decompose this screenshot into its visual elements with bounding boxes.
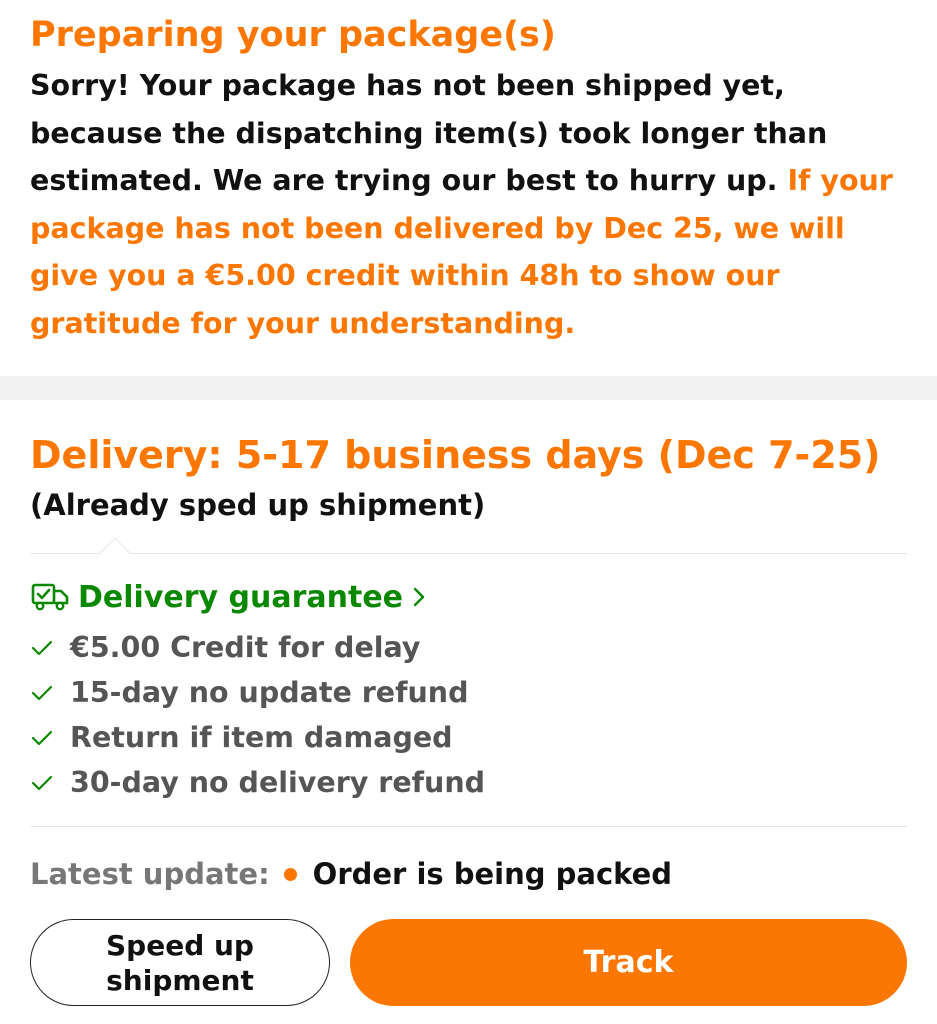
delivery-subtitle: (Already sped up shipment) xyxy=(30,488,486,522)
delivery-section: Delivery: 5-17 business days (Dec 7-25) … xyxy=(0,400,937,1024)
latest-update-status: Order is being packed xyxy=(312,857,673,891)
divider-line xyxy=(30,553,907,554)
section-divider xyxy=(0,376,937,400)
notice-body-text: Sorry! Your package has not been shipped… xyxy=(30,69,828,197)
notice-title: Preparing your package(s) xyxy=(30,15,556,55)
delivery-truck-check-icon xyxy=(31,583,69,611)
benefit-label: Return if item damaged xyxy=(70,721,453,754)
latest-update: Latest update: Order is being packed xyxy=(30,852,672,896)
check-icon xyxy=(31,640,53,655)
preparing-package-notice: Preparing your package(s) Sorry! Your pa… xyxy=(0,0,937,376)
benefit-label: 15-day no update refund xyxy=(70,676,469,709)
tooltip-pointer xyxy=(99,537,131,569)
list-item: €5.00 Credit for delay xyxy=(30,625,485,670)
chevron-right-icon xyxy=(413,587,425,607)
latest-update-label: Latest update: xyxy=(30,857,270,891)
speed-up-shipment-button[interactable]: Speed up shipment xyxy=(30,919,330,1006)
benefit-label: 30-day no delivery refund xyxy=(70,766,486,799)
list-item: Return if item damaged xyxy=(30,715,485,760)
check-icon xyxy=(31,730,53,745)
track-button[interactable]: Track xyxy=(350,919,907,1006)
check-icon xyxy=(31,685,53,700)
delivery-guarantee-link[interactable]: Delivery guarantee xyxy=(30,575,427,619)
check-icon xyxy=(31,775,53,790)
list-item: 15-day no update refund xyxy=(30,670,485,715)
guarantee-benefits-list: €5.00 Credit for delay 15-day no update … xyxy=(30,625,485,805)
list-item: 30-day no delivery refund xyxy=(30,760,485,805)
benefit-label: €5.00 Credit for delay xyxy=(70,631,421,664)
delivery-guarantee-label: Delivery guarantee xyxy=(78,579,404,615)
status-dot-icon xyxy=(283,867,297,881)
divider-line xyxy=(30,826,907,827)
delivery-estimate-title: Delivery: 5-17 business days (Dec 7-25) xyxy=(30,433,881,477)
notice-body: Sorry! Your package has not been shipped… xyxy=(30,62,907,347)
